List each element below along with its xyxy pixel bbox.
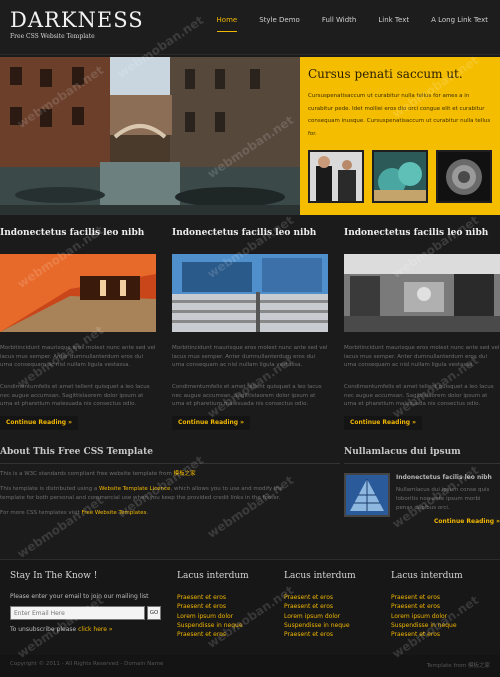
- nav-item-long-link-text[interactable]: A Long Link Text: [431, 16, 488, 32]
- footer-link[interactable]: Praesent et eros: [177, 602, 243, 611]
- link-list: Praesent et eros Praesent et eros Lorem …: [391, 593, 457, 639]
- about-paragraph: This template is distributed using a Web…: [0, 486, 283, 501]
- template-source-link[interactable]: 模板之家: [174, 471, 196, 477]
- licence-link[interactable]: Website Template Licence: [99, 486, 170, 492]
- nav-item-style-demo[interactable]: Style Demo: [259, 16, 300, 32]
- footer-bar: Copyright © 2011 - All Rights Reserved -…: [0, 655, 500, 677]
- article-image-market[interactable]: [344, 254, 500, 332]
- link-list-title: Lacus interdum: [284, 571, 356, 581]
- sidebar-item-text: Nullamlacus dui ipsum conse quis loborit…: [396, 487, 490, 511]
- footer-link[interactable]: Praesent et eros: [391, 602, 457, 611]
- link-list-title: Lacus interdum: [391, 571, 463, 581]
- slider-thumb-3[interactable]: [436, 150, 492, 203]
- continue-reading-button[interactable]: Continue Reading »: [434, 518, 500, 525]
- article-excerpt: Morbitincidunt maurisque eros molest nun…: [344, 345, 500, 368]
- footer-link[interactable]: Praesent et eros: [284, 630, 350, 639]
- link-list-title: Lacus interdum: [177, 571, 249, 581]
- nav-item-home[interactable]: Home: [216, 16, 238, 32]
- free-templates-link[interactable]: Free Website Templates: [81, 510, 146, 516]
- article-title[interactable]: Indonectetus facilis leo nibh: [172, 228, 328, 238]
- featured-image-canal[interactable]: [0, 57, 300, 215]
- newsletter-title: Stay In The Know !: [10, 571, 98, 581]
- article-column-2: Indonectetus facilis leo nibh Morbitinci…: [172, 228, 328, 430]
- featured-title[interactable]: Cursus penati saccum ut.: [308, 67, 463, 81]
- article-image-building[interactable]: [172, 254, 328, 332]
- footer-link[interactable]: Praesent et eros: [284, 602, 350, 611]
- unsubscribe-text: To unsubscribe please click here »: [10, 626, 113, 633]
- article-title[interactable]: Indonectetus facilis leo nibh: [344, 228, 500, 238]
- about-section: About This Free CSS Template This is a W…: [0, 447, 340, 518]
- go-button[interactable]: GO: [147, 606, 161, 620]
- continue-reading-button[interactable]: Continue Reading »: [0, 416, 79, 430]
- sidebar-item-title[interactable]: Indonectetus facilis leo nibh: [396, 474, 492, 481]
- link-list: Praesent et eros Praesent et eros Lorem …: [177, 593, 243, 639]
- template-credit-link[interactable]: Template from 模板之家: [427, 661, 490, 669]
- footer-link[interactable]: Lorem ipsum dolor: [284, 612, 350, 621]
- article-excerpt: Condimentumfelis et amet tellent quisque…: [172, 384, 322, 407]
- continue-reading-button[interactable]: Continue Reading »: [344, 416, 423, 430]
- footer-link[interactable]: Suspendisse in neque: [177, 621, 243, 630]
- main-nav: Home Style Demo Full Width Link Text A L…: [195, 16, 488, 32]
- link-list: Praesent et eros Praesent et eros Lorem …: [284, 593, 350, 639]
- featured-slider: Cursus penati saccum ut. Cursuspenatisac…: [0, 57, 500, 215]
- site-logo[interactable]: DARKNESS: [10, 8, 144, 32]
- site-tagline: Free CSS Website Template: [10, 33, 95, 40]
- slider-thumb-1[interactable]: [308, 150, 364, 203]
- site-header: DARKNESS Free CSS Website Template Home …: [0, 0, 500, 55]
- footer-link[interactable]: Suspendisse in neque: [284, 621, 350, 630]
- about-paragraph: This is a W3C standards compliant free w…: [0, 471, 196, 477]
- copyright-text: Copyright © 2011 - All Rights Reserved -…: [10, 661, 164, 667]
- article-excerpt: Morbitincidunt maurisque eros molest nun…: [0, 345, 156, 368]
- sidebar-feature: Nullamlacus dui ipsum Indonectetus facil…: [344, 447, 500, 525]
- sidebar-title: Nullamlacus dui ipsum: [344, 447, 500, 464]
- about-title: About This Free CSS Template: [0, 447, 340, 464]
- email-input[interactable]: [10, 606, 145, 620]
- featured-caption: Cursus penati saccum ut. Cursuspenatisac…: [301, 57, 500, 215]
- footer-link[interactable]: Lorem ipsum dolor: [177, 612, 243, 621]
- nav-item-link-text[interactable]: Link Text: [378, 16, 409, 32]
- nav-item-full-width[interactable]: Full Width: [322, 16, 357, 32]
- article-column-3: Indonectetus facilis leo nibh Morbitinci…: [344, 228, 500, 430]
- article-excerpt: Condimentumfelis et amet tellent quisque…: [344, 384, 494, 407]
- slider-thumb-2[interactable]: [372, 150, 428, 203]
- article-title[interactable]: Indonectetus facilis leo nibh: [0, 228, 156, 238]
- footer-link[interactable]: Praesent et eros: [177, 630, 243, 639]
- footer-link[interactable]: Praesent et eros: [391, 593, 457, 602]
- featured-text: Cursuspenatisaccum ut curabitur nulla te…: [308, 93, 491, 137]
- sidebar-thumb-image[interactable]: [344, 473, 390, 517]
- article-excerpt: Morbitincidunt maurisque eros molest nun…: [172, 345, 328, 368]
- newsletter-text: Please enter your email to join our mail…: [10, 593, 149, 600]
- about-paragraph: For more CSS templates visit Free Websit…: [0, 510, 149, 516]
- article-image-tunnel[interactable]: [0, 254, 156, 332]
- footer-widgets: Stay In The Know ! Please enter your ema…: [0, 559, 500, 655]
- footer-link[interactable]: Praesent et eros: [391, 630, 457, 639]
- continue-reading-button[interactable]: Continue Reading »: [172, 416, 251, 430]
- article-column-1: Indonectetus facilis leo nibh Morbitinci…: [0, 228, 156, 430]
- article-excerpt: Condimentumfelis et amet tellent quisque…: [0, 384, 150, 407]
- footer-link[interactable]: Lorem ipsum dolor: [391, 612, 457, 621]
- footer-link[interactable]: Praesent et eros: [177, 593, 243, 602]
- footer-link[interactable]: Suspendisse in neque: [391, 621, 457, 630]
- footer-link[interactable]: Praesent et eros: [284, 593, 350, 602]
- unsubscribe-link[interactable]: click here »: [78, 626, 112, 633]
